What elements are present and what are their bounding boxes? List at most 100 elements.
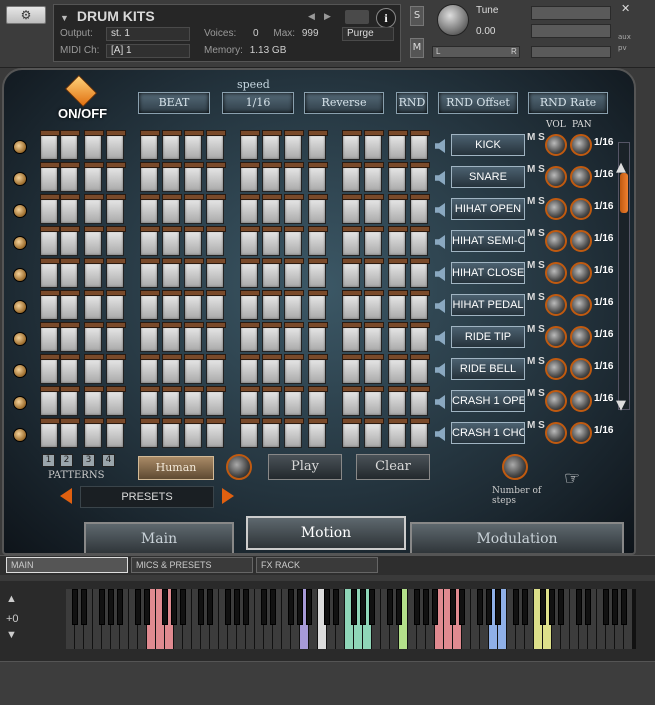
step-pad[interactable] xyxy=(388,386,408,416)
step-pad[interactable] xyxy=(240,162,260,192)
volume-knob[interactable] xyxy=(545,326,567,348)
number-of-steps-knob[interactable] xyxy=(502,454,528,480)
step-pad[interactable] xyxy=(140,418,160,448)
piano-black-key[interactable] xyxy=(558,589,564,625)
step-pad[interactable] xyxy=(84,258,104,288)
pan-knob[interactable] xyxy=(570,198,592,220)
step-pad[interactable] xyxy=(184,386,204,416)
preset-next-arrow-icon[interactable] xyxy=(222,488,234,504)
step-pad[interactable] xyxy=(342,194,362,224)
step-pad[interactable] xyxy=(206,162,226,192)
step-pad[interactable] xyxy=(184,322,204,352)
piano-black-key[interactable] xyxy=(288,589,294,625)
info-icon[interactable]: i xyxy=(376,8,396,28)
piano-black-key[interactable] xyxy=(81,589,87,625)
step-pad[interactable] xyxy=(206,290,226,320)
step-pad[interactable] xyxy=(140,226,160,256)
step-pad[interactable] xyxy=(40,386,60,416)
step-pad[interactable] xyxy=(262,162,282,192)
step-pad[interactable] xyxy=(364,258,384,288)
pan-knob[interactable] xyxy=(570,358,592,380)
step-pad[interactable] xyxy=(106,418,126,448)
step-pad[interactable] xyxy=(284,130,304,160)
step-pad[interactable] xyxy=(162,322,182,352)
instrument-title[interactable]: ▼ DRUM KITS xyxy=(60,8,155,24)
step-pad[interactable] xyxy=(240,322,260,352)
piano-black-key[interactable] xyxy=(297,589,303,625)
step-pad[interactable] xyxy=(162,354,182,384)
step-pad[interactable] xyxy=(262,290,282,320)
piano-black-key[interactable] xyxy=(306,589,312,625)
instrument-name[interactable]: RIDE TIP xyxy=(451,326,525,348)
piano-black-key[interactable] xyxy=(387,589,393,625)
step-pad[interactable] xyxy=(40,418,60,448)
step-pad[interactable] xyxy=(308,290,328,320)
step-pad[interactable] xyxy=(206,386,226,416)
step-pad[interactable] xyxy=(40,162,60,192)
scroll-down-icon[interactable]: ▼ xyxy=(616,398,626,413)
step-pad[interactable] xyxy=(342,386,362,416)
instrument-name[interactable]: CRASH 1 OPE xyxy=(451,390,525,412)
pan-knob[interactable] xyxy=(570,390,592,412)
step-pad[interactable] xyxy=(40,130,60,160)
step-pad[interactable] xyxy=(364,354,384,384)
piano-black-key[interactable] xyxy=(72,589,78,625)
step-pad[interactable] xyxy=(162,386,182,416)
step-pad[interactable] xyxy=(162,130,182,160)
rnd-button[interactable]: RND xyxy=(396,92,428,114)
step-pad[interactable] xyxy=(308,130,328,160)
step-pad[interactable] xyxy=(388,418,408,448)
piano-black-key[interactable] xyxy=(621,589,627,625)
pan-knob[interactable] xyxy=(570,422,592,444)
step-pad[interactable] xyxy=(40,258,60,288)
presets-box[interactable]: PRESETS xyxy=(80,486,214,508)
instrument-name[interactable]: HIHAT PEDAL xyxy=(451,294,525,316)
piano-black-key[interactable] xyxy=(549,589,555,625)
step-pad[interactable] xyxy=(206,354,226,384)
step-pad[interactable] xyxy=(284,162,304,192)
piano-black-key[interactable] xyxy=(432,589,438,625)
step-pad[interactable] xyxy=(84,322,104,352)
step-pad[interactable] xyxy=(60,354,80,384)
piano-black-key[interactable] xyxy=(486,589,492,625)
step-pad[interactable] xyxy=(410,354,430,384)
step-pad[interactable] xyxy=(284,386,304,416)
row-step-length[interactable]: 1/16 xyxy=(594,201,613,212)
step-pad[interactable] xyxy=(240,226,260,256)
piano-black-key[interactable] xyxy=(513,589,519,625)
step-pad[interactable] xyxy=(308,386,328,416)
piano-black-key[interactable] xyxy=(603,589,609,625)
collapse-triangle-icon[interactable]: ▼ xyxy=(60,13,69,23)
step-pad[interactable] xyxy=(284,258,304,288)
step-pad[interactable] xyxy=(60,226,80,256)
step-pad[interactable] xyxy=(140,322,160,352)
step-pad[interactable] xyxy=(140,130,160,160)
human-amount-knob[interactable] xyxy=(226,454,252,480)
step-pad[interactable] xyxy=(106,290,126,320)
step-pad[interactable] xyxy=(284,354,304,384)
pattern-3-button[interactable]: 3 xyxy=(82,454,95,467)
tab-mics-presets[interactable]: MICS & PRESETS xyxy=(131,557,253,573)
step-pad[interactable] xyxy=(284,226,304,256)
close-icon[interactable]: ✕ xyxy=(621,2,630,15)
scroll-up-icon[interactable]: ▲ xyxy=(616,160,626,175)
step-pad[interactable] xyxy=(162,290,182,320)
mute-solo-toggle[interactable]: M S xyxy=(527,164,545,175)
step-pad[interactable] xyxy=(410,162,430,192)
step-pad[interactable] xyxy=(162,226,182,256)
step-pad[interactable] xyxy=(40,290,60,320)
step-pad[interactable] xyxy=(240,258,260,288)
step-pad[interactable] xyxy=(262,322,282,352)
piano-black-key[interactable] xyxy=(99,589,105,625)
speed-select[interactable]: 1/16 xyxy=(222,92,294,114)
instrument-name[interactable]: HIHAT CLOSE xyxy=(451,262,525,284)
step-pad[interactable] xyxy=(342,130,362,160)
piano-black-key[interactable] xyxy=(225,589,231,625)
midi-channel-select[interactable]: [A] 1 xyxy=(106,44,190,58)
instrument-name[interactable]: CRASH 1 CHO xyxy=(451,422,525,444)
row-enable-button[interactable] xyxy=(13,396,27,410)
step-pad[interactable] xyxy=(106,162,126,192)
piano-black-key[interactable] xyxy=(522,589,528,625)
step-pad[interactable] xyxy=(184,354,204,384)
row-step-length[interactable]: 1/16 xyxy=(594,393,613,404)
